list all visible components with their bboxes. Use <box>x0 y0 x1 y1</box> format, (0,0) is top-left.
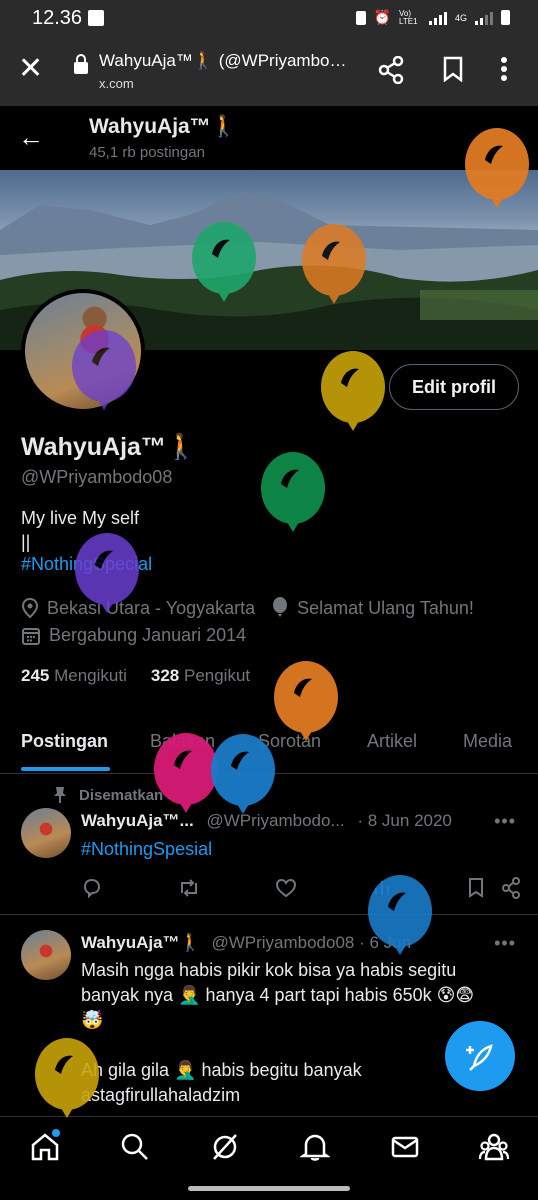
more-menu-icon[interactable] <box>500 56 508 82</box>
tweet-text-line: Ah gila gila 🤦‍♂️ habis begitu banyak <box>81 1060 362 1080</box>
header-post-count: 45,1 rb postingan <box>89 144 205 161</box>
followers-link[interactable]: 328 Pengikut <box>151 666 250 686</box>
tweet-text-line: astagfirullahaladzim <box>81 1085 241 1105</box>
profile-joined: Bergabung Januari 2014 <box>49 625 247 645</box>
balloon-icon <box>465 128 529 208</box>
tweet-avatar[interactable] <box>21 808 71 858</box>
tweet-text-line: 🤯 <box>81 1010 104 1030</box>
header-name: WahyuAja™🚶 <box>89 115 237 138</box>
home-notification-dot <box>52 1129 60 1137</box>
search-icon[interactable] <box>120 1132 150 1162</box>
balloon-icon <box>211 734 275 814</box>
tweet-save-share <box>467 877 521 899</box>
network-4g-label: 4G <box>454 12 467 23</box>
followers-label: Pengikut <box>183 666 251 685</box>
tab-postingan[interactable]: Postingan <box>21 731 108 752</box>
tweet-more-icon[interactable]: ••• <box>494 933 516 954</box>
tab-artikel[interactable]: Artikel <box>367 731 417 752</box>
like-icon[interactable] <box>275 877 297 899</box>
profile-name: WahyuAja™🚶 <box>21 433 198 461</box>
edit-profile-button[interactable]: Edit profil <box>389 364 519 410</box>
tab-media[interactable]: Media <box>463 731 512 752</box>
tweet-header: WahyuAja™🚶 @WPriyambodo08 · 6 Jun <box>81 933 411 953</box>
following-count: 245 <box>21 666 50 685</box>
tweet-more-icon[interactable]: ••• <box>494 811 516 832</box>
signal-icon <box>428 11 447 25</box>
balloon-icon <box>261 452 325 532</box>
share-icon[interactable] <box>378 56 404 84</box>
balloon-icon <box>302 224 366 304</box>
profile-header: ← WahyuAja™🚶 45,1 rb postingan <box>0 106 538 170</box>
tweet-avatar[interactable] <box>21 930 71 980</box>
notifications-bell-icon[interactable] <box>300 1132 330 1162</box>
back-arrow-icon[interactable]: ← <box>18 122 44 153</box>
battery-icon <box>501 10 510 25</box>
status-bar: 12.36 ⏰ Vo) LTE1 4G <box>0 0 538 36</box>
balloon-icon <box>35 1038 99 1118</box>
calendar-icon <box>22 627 40 645</box>
tweet-author-handle: @WPriyambodo08 <box>211 933 355 952</box>
browser-page-title[interactable]: WahyuAja™🚶 (@WPriyambodo08) / X <box>99 51 354 71</box>
tweet-author-name[interactable]: WahyuAja™🚶 <box>81 933 201 952</box>
balloon-icon <box>75 533 139 613</box>
active-tab-indicator <box>21 767 110 771</box>
location-icon <box>21 597 39 619</box>
followers-count: 328 <box>150 666 180 685</box>
gesture-bar <box>188 1186 350 1191</box>
following-label: Mengikuti <box>54 666 127 685</box>
signal-2-icon <box>475 11 493 25</box>
tweet-actions <box>81 877 521 899</box>
compose-post-button[interactable] <box>445 1021 515 1091</box>
status-icons: ⏰ Vo) LTE1 4G <box>355 8 510 26</box>
status-time: 12.36 <box>32 7 83 29</box>
notification-icon <box>88 10 104 26</box>
balloon-icon <box>273 597 288 617</box>
profile-handle: @WPriyambodo08 <box>21 467 173 487</box>
bio-line-1: My live My self <box>21 508 140 528</box>
communities-icon[interactable] <box>478 1132 510 1162</box>
battery-saver-icon <box>355 10 366 25</box>
compose-feather-icon <box>466 1044 493 1071</box>
close-icon[interactable]: ✕ <box>18 54 43 84</box>
bottom-navigation <box>0 1116 538 1180</box>
tweet-hashtag[interactable]: #NothingSpesial <box>81 837 501 862</box>
following-link[interactable]: 245 Mengikuti <box>21 666 127 686</box>
tweet-text-line: Masih ngga habis pikir kok bisa ya habis… <box>81 960 457 980</box>
repost-icon[interactable] <box>177 877 201 899</box>
network-label: Vo) LTE1 <box>398 8 418 26</box>
profile-joined-row: Bergabung Januari 2014 <box>21 625 246 646</box>
lock-icon <box>74 54 88 74</box>
messages-icon[interactable] <box>390 1132 420 1162</box>
browser-url[interactable]: x.com <box>99 76 134 91</box>
balloon-icon <box>368 875 432 955</box>
tweet-text-line: banyak nya 🤦‍♂️ hanya 4 part tapi habis … <box>81 985 475 1005</box>
balloon-icon <box>274 661 338 741</box>
tweet-text: Masih ngga habis pikir kok bisa ya habis… <box>81 958 501 1108</box>
bookmark-tweet-icon[interactable] <box>467 877 485 899</box>
grok-icon[interactable] <box>210 1132 240 1162</box>
reply-icon[interactable] <box>81 877 103 899</box>
tweet-date: · 8 Jun 2020 <box>357 811 452 830</box>
balloon-icon <box>72 330 136 410</box>
balloon-icon <box>321 351 385 431</box>
balloon-icon <box>192 222 256 302</box>
share-tweet-icon[interactable] <box>501 877 521 899</box>
profile-birthday: Selamat Ulang Tahun! <box>297 597 474 618</box>
browser-toolbar: ✕ WahyuAja™🚶 (@WPriyambodo08) / X x.com <box>0 36 538 106</box>
alarm-icon: ⏰ <box>373 9 391 25</box>
bookmark-icon[interactable] <box>443 56 463 82</box>
follow-counts: 245 Mengikuti 328 Pengikut <box>21 666 250 686</box>
